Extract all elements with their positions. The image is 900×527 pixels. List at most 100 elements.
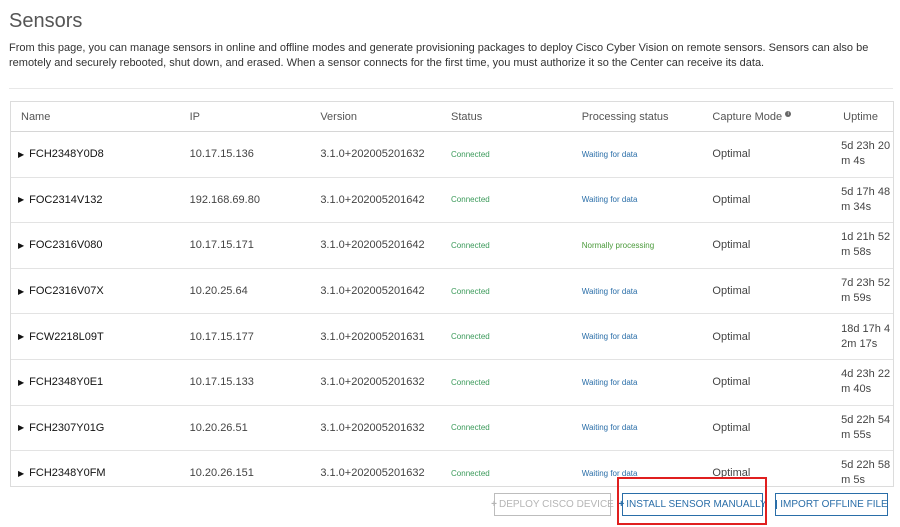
uptime-line-1: 18d 17h 4 <box>841 322 891 335</box>
uptime-cell: 18d 17h 4 2m 17s <box>833 322 893 352</box>
expand-caret-icon[interactable]: ▶ <box>18 287 24 296</box>
version-cell: 3.1.0+202005201632 <box>320 148 425 161</box>
version-cell: 3.1.0+202005201642 <box>320 285 425 298</box>
divider <box>9 88 893 89</box>
sensor-name: FOC2314V132 <box>29 193 103 206</box>
uptime-line-1: 5d 22h 58 <box>841 459 891 472</box>
page-description: From this page, you can manage sensors i… <box>9 42 869 69</box>
name-cell: ▶ FCH2307Y01G <box>11 422 180 434</box>
uptime-line-2: m 4s <box>841 155 865 168</box>
status-cell: Connected <box>451 149 490 159</box>
sensor-name: FCW2218L09T <box>29 330 104 343</box>
status-cell: Connected <box>451 332 490 342</box>
uptime-line-1: 7d 23h 52 <box>841 277 891 290</box>
table-row[interactable]: ▶ FCW2218L09T 10.17.15.177 3.1.0+2020052… <box>11 314 893 360</box>
version-cell: 3.1.0+202005201631 <box>320 330 425 343</box>
table-row[interactable]: ▶ FCH2307Y01G 10.20.26.51 3.1.0+20200520… <box>11 406 893 452</box>
uptime-cell: 4d 23h 22 m 40s <box>833 367 893 397</box>
name-cell: ▶ FCH2348Y0FM <box>11 467 180 479</box>
version-cell: 3.1.0+202005201642 <box>320 193 425 206</box>
ip-cell: 10.20.25.64 <box>189 285 248 298</box>
uptime-line-1: 5d 23h 20 <box>841 140 891 153</box>
sensor-name: FCH2348Y0E1 <box>29 376 104 389</box>
import-offline-file-button[interactable]: IMPORT OFFLINE FILE <box>775 493 888 516</box>
status-cell: Connected <box>451 377 490 387</box>
uptime-line-2: m 59s <box>841 292 872 305</box>
expand-caret-icon[interactable]: ▶ <box>18 378 24 387</box>
status-cell: Connected <box>451 286 490 296</box>
processing-cell: Waiting for data <box>581 149 638 159</box>
uptime-line-2: 2m 17s <box>841 337 878 350</box>
sensor-name: FCH2307Y01G <box>29 421 105 434</box>
table-row[interactable]: ▶ FOC2316V07X 10.20.25.64 3.1.0+20200520… <box>11 269 893 315</box>
uptime-line-2: m 58s <box>841 246 872 259</box>
version-cell: 3.1.0+202005201632 <box>320 421 425 434</box>
name-cell: ▶ FOC2316V07X <box>11 285 180 297</box>
ip-cell: 10.20.26.51 <box>189 421 248 434</box>
status-cell: Connected <box>451 468 490 478</box>
capture-cell: Optimal <box>712 421 751 434</box>
processing-cell: Waiting for data <box>581 195 638 205</box>
plus-icon: + <box>491 499 497 510</box>
uptime-line-1: 5d 17h 48 <box>841 185 891 198</box>
ip-cell: 10.17.15.133 <box>189 376 254 389</box>
table-row[interactable]: ▶ FCH2348Y0E1 10.17.15.133 3.1.0+2020052… <box>11 360 893 406</box>
col-header-processing[interactable]: Processing status <box>572 111 703 123</box>
table-row[interactable]: ▶ FOC2314V132 192.168.69.80 3.1.0+202005… <box>11 178 893 224</box>
uptime-line-1: 5d 22h 54 <box>841 413 891 426</box>
sensor-name: FCH2348Y0D8 <box>29 148 104 161</box>
version-cell: 3.1.0+202005201632 <box>320 376 425 389</box>
version-cell: 3.1.0+202005201642 <box>320 239 425 252</box>
deploy-cisco-device-button[interactable]: + DEPLOY CISCO DEVICE <box>491 493 614 516</box>
ip-cell: 10.20.26.151 <box>189 467 254 480</box>
table-header: Name IP Version Status Processing status… <box>11 102 893 132</box>
sensor-name: FCH2348Y0FM <box>29 467 106 480</box>
expand-caret-icon[interactable]: ▶ <box>18 332 24 341</box>
name-cell: ▶ FOC2316V080 <box>11 239 180 251</box>
col-header-uptime[interactable]: Uptime <box>833 111 893 123</box>
processing-cell: Waiting for data <box>581 332 638 342</box>
col-header-status[interactable]: Status <box>441 111 572 123</box>
col-header-ip[interactable]: IP <box>180 111 311 123</box>
col-header-capture-mode[interactable]: Capture Mode i <box>702 110 833 123</box>
deploy-label: DEPLOY CISCO DEVICE <box>499 499 614 510</box>
table-row[interactable]: ▶ FCH2348Y0D8 10.17.15.136 3.1.0+2020052… <box>11 132 893 178</box>
uptime-line-2: m 5s <box>841 474 865 487</box>
col-header-version[interactable]: Version <box>310 111 441 123</box>
name-cell: ▶ FOC2314V132 <box>11 194 180 206</box>
sensor-name: FOC2316V07X <box>29 285 104 298</box>
expand-caret-icon[interactable]: ▶ <box>18 469 24 478</box>
ip-cell: 10.17.15.171 <box>189 239 254 252</box>
name-cell: ▶ FCH2348Y0D8 <box>11 148 180 160</box>
processing-cell: Waiting for data <box>581 423 638 433</box>
uptime-line-1: 4d 23h 22 <box>841 368 891 381</box>
expand-caret-icon[interactable]: ▶ <box>18 241 24 250</box>
table-body: ▶ FCH2348Y0D8 10.17.15.136 3.1.0+2020052… <box>11 132 893 487</box>
uptime-cell: 5d 22h 54 m 55s <box>833 413 893 443</box>
uptime-line-2: m 55s <box>841 428 872 441</box>
table-row[interactable]: ▶ FOC2316V080 10.17.15.171 3.1.0+2020052… <box>11 223 893 269</box>
uptime-cell: 5d 17h 48 m 34s <box>833 185 893 215</box>
expand-caret-icon[interactable]: ▶ <box>18 150 24 159</box>
capture-cell: Optimal <box>712 330 751 343</box>
status-cell: Connected <box>451 240 490 250</box>
expand-caret-icon[interactable]: ▶ <box>18 423 24 432</box>
col-header-name[interactable]: Name <box>11 111 180 123</box>
uptime-cell: 1d 21h 52 m 58s <box>833 230 893 260</box>
file-icon <box>775 500 778 509</box>
status-cell: Connected <box>451 423 490 433</box>
version-cell: 3.1.0+202005201632 <box>320 467 425 480</box>
sensor-name: FOC2316V080 <box>29 239 103 252</box>
uptime-cell: 5d 22h 58 m 5s <box>833 458 893 487</box>
name-cell: ▶ FCW2218L09T <box>11 331 180 343</box>
capture-cell: Optimal <box>712 376 751 389</box>
uptime-line-1: 1d 21h 52 <box>841 231 891 244</box>
capture-cell: Optimal <box>712 193 751 206</box>
ip-cell: 10.17.15.136 <box>189 148 254 161</box>
processing-cell: Normally processing <box>581 240 655 250</box>
capture-cell: Optimal <box>712 285 751 298</box>
uptime-cell: 5d 23h 20 m 4s <box>833 139 893 169</box>
info-icon[interactable]: i <box>785 110 792 117</box>
sensors-table: Name IP Version Status Processing status… <box>10 101 894 487</box>
expand-caret-icon[interactable]: ▶ <box>18 195 24 204</box>
